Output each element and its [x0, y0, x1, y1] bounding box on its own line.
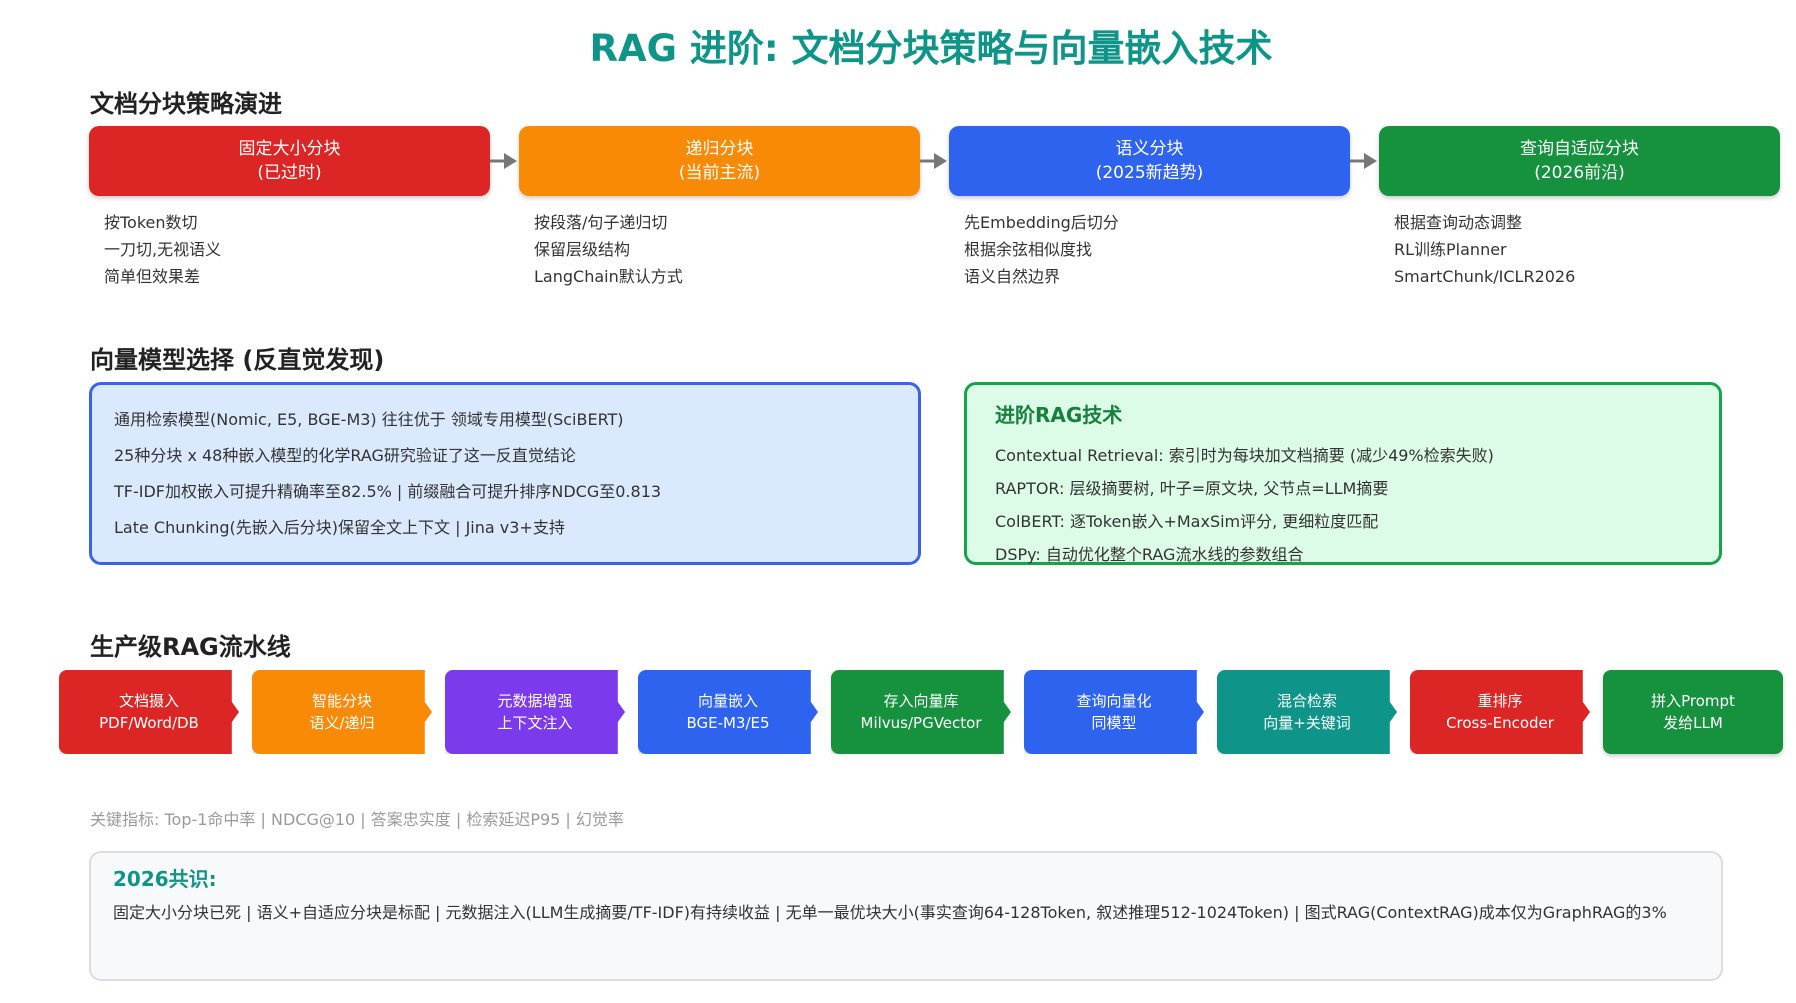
pipeline-step-query-embed: 查询向量化 同模型 [1024, 670, 1204, 754]
consensus-panel: 2026共识: 固定大小分块已死 | 语义+自适应分块是标配 | 元数据注入(L… [89, 851, 1723, 981]
arrow-right-icon [1350, 153, 1377, 169]
stage-note: (2025新趋势) [1095, 163, 1204, 183]
step-detail: 上下文注入 [497, 714, 573, 732]
stage-box-adaptive: 查询自适应分块 (2026前沿) [1379, 126, 1780, 196]
pipeline-step-rerank: 重排序 Cross-Encoder [1410, 670, 1590, 754]
pipeline-step-store: 存入向量库 Milvus/PGVector [831, 670, 1011, 754]
step-name: 智能分块 [311, 692, 372, 710]
stage-name: 递归分块 [685, 139, 754, 159]
arrow-right-icon [920, 153, 947, 169]
models-heading: 向量模型选择 (反直觉发现) [90, 346, 385, 374]
stage-desc-line: 一刀切,无视语义 [104, 240, 222, 259]
pipeline-heading: 生产级RAG流水线 [90, 633, 291, 661]
finding-line: 通用检索模型(Nomic, E5, BGE-M3) 往往优于 领域专用模型(Sc… [114, 410, 624, 429]
stage-note: (已过时) [257, 163, 322, 183]
stage-note: (当前主流) [678, 163, 761, 183]
chunking-heading: 文档分块策略演进 [90, 90, 282, 118]
step-detail: 发给LLM [1663, 714, 1723, 732]
step-name: 重排序 [1477, 692, 1523, 710]
stage-desc-line: 保留层级结构 [534, 240, 631, 259]
stage-box-semantic: 语义分块 (2025新趋势) [949, 126, 1350, 196]
step-detail: BGE-M3/E5 [686, 714, 770, 732]
pipeline-step-ingest: 文档摄入 PDF/Word/DB [59, 670, 239, 754]
stage-box-fixed: 固定大小分块 (已过时) [89, 126, 490, 196]
finding-line: Late Chunking(先嵌入后分块)保留全文上下文 | Jina v3+支… [114, 518, 565, 537]
step-name: 元数据增强 [497, 692, 573, 710]
step-name: 拼入Prompt [1651, 692, 1735, 710]
stage-name: 固定大小分块 [238, 139, 341, 159]
advanced-rag-title: 进阶RAG技术 [995, 403, 1123, 427]
findings-panel: 通用检索模型(Nomic, E5, BGE-M3) 往往优于 领域专用模型(Sc… [89, 382, 921, 565]
advanced-item: RAPTOR: 层级摘要树, 叶子=原文块, 父节点=LLM摘要 [995, 479, 1389, 498]
page-title: RAG 进阶: 文档分块策略与向量嵌入技术 [589, 27, 1273, 70]
pipeline-step-chunk: 智能分块 语义/递归 [252, 670, 432, 754]
stage-desc-line: 先Embedding后切分 [964, 213, 1119, 232]
pipeline-step-embed: 向量嵌入 BGE-M3/E5 [638, 670, 818, 754]
step-detail: 语义/递归 [309, 714, 375, 732]
stage-desc-line: LangChain默认方式 [534, 267, 683, 286]
stage-desc-semantic: 先Embedding后切分 根据余弦相似度找 语义自然边界 [964, 209, 1344, 290]
stage-desc-line: RL训练Planner [1394, 240, 1507, 259]
stage-note: (2026前沿) [1534, 163, 1625, 183]
finding-line: 25种分块 x 48种嵌入模型的化学RAG研究验证了这一反直觉结论 [114, 446, 576, 465]
stage-name: 语义分块 [1115, 139, 1184, 159]
stage-desc-fixed: 按Token数切 一刀切,无视语义 简单但效果差 [104, 209, 484, 290]
step-detail: PDF/Word/DB [99, 714, 199, 732]
stage-box-recursive: 递归分块 (当前主流) [519, 126, 920, 196]
stage-name: 查询自适应分块 [1520, 139, 1639, 159]
stage-desc-adaptive: 根据查询动态调整 RL训练Planner SmartChunk/ICLR2026 [1394, 209, 1774, 290]
pipeline-step-hybrid: 混合检索 向量+关键词 [1217, 670, 1397, 754]
stage-desc-line: 简单但效果差 [104, 267, 201, 286]
arrow-right-icon [490, 153, 517, 169]
step-detail: 同模型 [1091, 714, 1137, 732]
consensus-text: 固定大小分块已死 | 语义+自适应分块是标配 | 元数据注入(LLM生成摘要/T… [113, 903, 1667, 922]
advanced-rag-panel: 进阶RAG技术 Contextual Retrieval: 索引时为每块加文档摘… [964, 382, 1722, 565]
step-detail: Milvus/PGVector [860, 714, 982, 732]
step-name: 向量嵌入 [697, 692, 758, 710]
finding-line: TF-IDF加权嵌入可提升精确率至82.5% | 前缀融合可提升排序NDCG至0… [114, 482, 662, 501]
consensus-title: 2026共识: [113, 867, 217, 891]
stage-desc-line: 根据余弦相似度找 [964, 240, 1093, 259]
step-name: 查询向量化 [1076, 692, 1152, 710]
stage-desc-line: 根据查询动态调整 [1394, 213, 1523, 232]
key-metrics: 关键指标: Top-1命中率 | NDCG@10 | 答案忠实度 | 检索延迟P… [90, 810, 624, 829]
step-name: 混合检索 [1276, 692, 1337, 710]
stage-desc-line: 按段落/句子递归切 [534, 213, 668, 232]
pipeline-step-metadata: 元数据增强 上下文注入 [445, 670, 625, 754]
pipeline-step-prompt: 拼入Prompt 发给LLM [1603, 670, 1783, 754]
step-detail: 向量+关键词 [1263, 714, 1351, 732]
advanced-item: DSPy: 自动优化整个RAG流水线的参数组合 [995, 545, 1304, 564]
step-name: 存入向量库 [883, 692, 959, 710]
stage-desc-line: 语义自然边界 [964, 267, 1061, 286]
step-detail: Cross-Encoder [1446, 714, 1554, 732]
stage-desc-recursive: 按段落/句子递归切 保留层级结构 LangChain默认方式 [534, 209, 914, 290]
stage-desc-line: SmartChunk/ICLR2026 [1394, 267, 1576, 286]
step-name: 文档摄入 [118, 692, 179, 710]
advanced-item: Contextual Retrieval: 索引时为每块加文档摘要 (减少49%… [995, 446, 1494, 465]
advanced-item: ColBERT: 逐Token嵌入+MaxSim评分, 更细粒度匹配 [995, 512, 1379, 531]
stage-desc-line: 按Token数切 [104, 213, 198, 232]
